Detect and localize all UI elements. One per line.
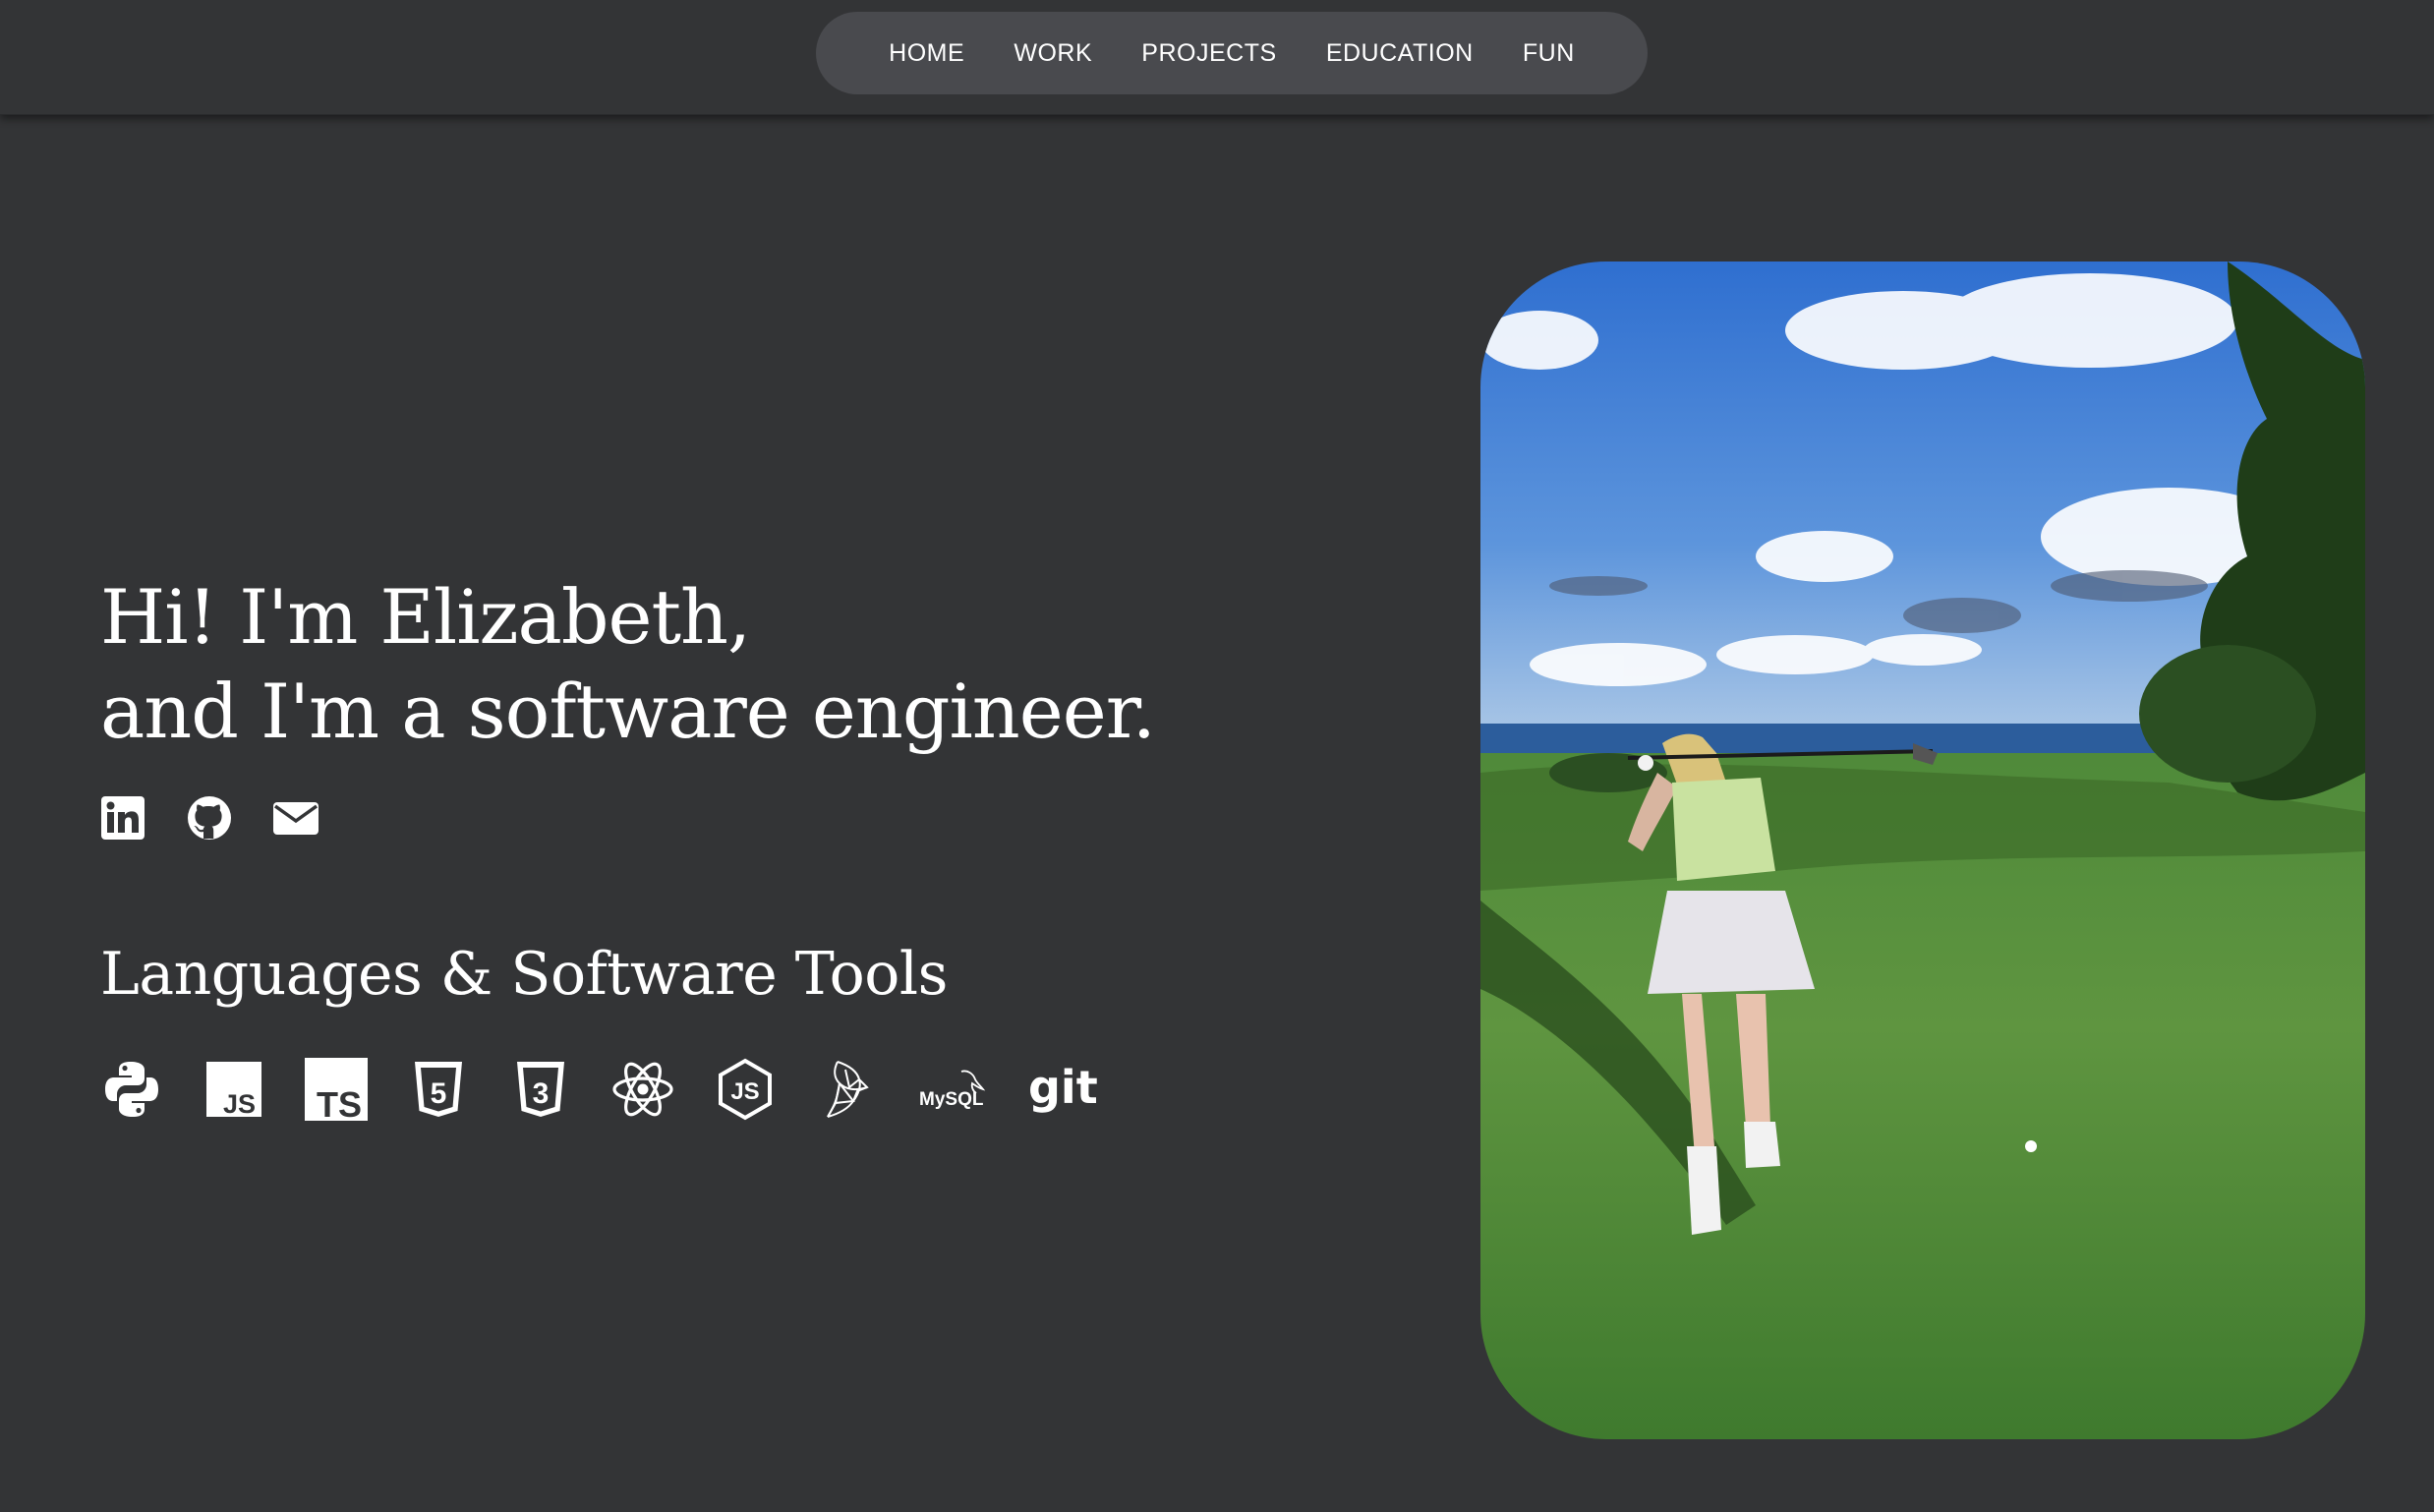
skills-icons: JS TS 5 3 JS MySQL git [100, 1052, 1099, 1127]
nav-work[interactable]: WORK [1014, 39, 1092, 68]
mysql-label: MySQL [919, 1089, 984, 1110]
github-icon[interactable] [187, 795, 232, 841]
javascript-label: JS [223, 1089, 256, 1119]
sql-server-icon [816, 1058, 879, 1121]
css3-label: 3 [533, 1077, 550, 1110]
react-icon [611, 1058, 674, 1121]
css3-icon: 3 [509, 1058, 572, 1121]
python-icon [100, 1058, 163, 1121]
html5-icon: 5 [407, 1058, 470, 1121]
profile-photo [1480, 262, 2365, 1439]
nodejs-icon: JS [714, 1058, 777, 1121]
hero-line-1: Hi! I'm Elizabeth, [100, 573, 751, 661]
social-links [100, 792, 319, 843]
hero-headline: Hi! I'm Elizabeth, and I'm a software en… [100, 570, 1378, 759]
html5-label: 5 [431, 1077, 447, 1110]
mysql-icon: MySQL [918, 1058, 989, 1121]
nav-education[interactable]: EDUCATION [1326, 39, 1474, 68]
main-nav: HOME WORK PROJECTS EDUCATION FUN [816, 12, 1648, 94]
nav-fun[interactable]: FUN [1523, 39, 1575, 68]
nodejs-label: JS [730, 1078, 759, 1105]
linkedin-icon[interactable] [100, 795, 145, 841]
mail-icon[interactable] [273, 795, 319, 841]
git-icon: git [1028, 1058, 1099, 1121]
git-label: git [1028, 1061, 1098, 1114]
typescript-label: TS [317, 1084, 362, 1121]
javascript-icon: JS [203, 1058, 265, 1121]
nav-projects[interactable]: PROJECTS [1141, 39, 1276, 68]
nav-home[interactable]: HOME [889, 39, 964, 68]
hero-line-2: and I'm a software engineer. [100, 668, 1156, 755]
typescript-icon: TS [305, 1058, 368, 1121]
skills-title: Languages & Software Tools [100, 940, 948, 1009]
top-bar: HOME WORK PROJECTS EDUCATION FUN [0, 0, 2434, 115]
